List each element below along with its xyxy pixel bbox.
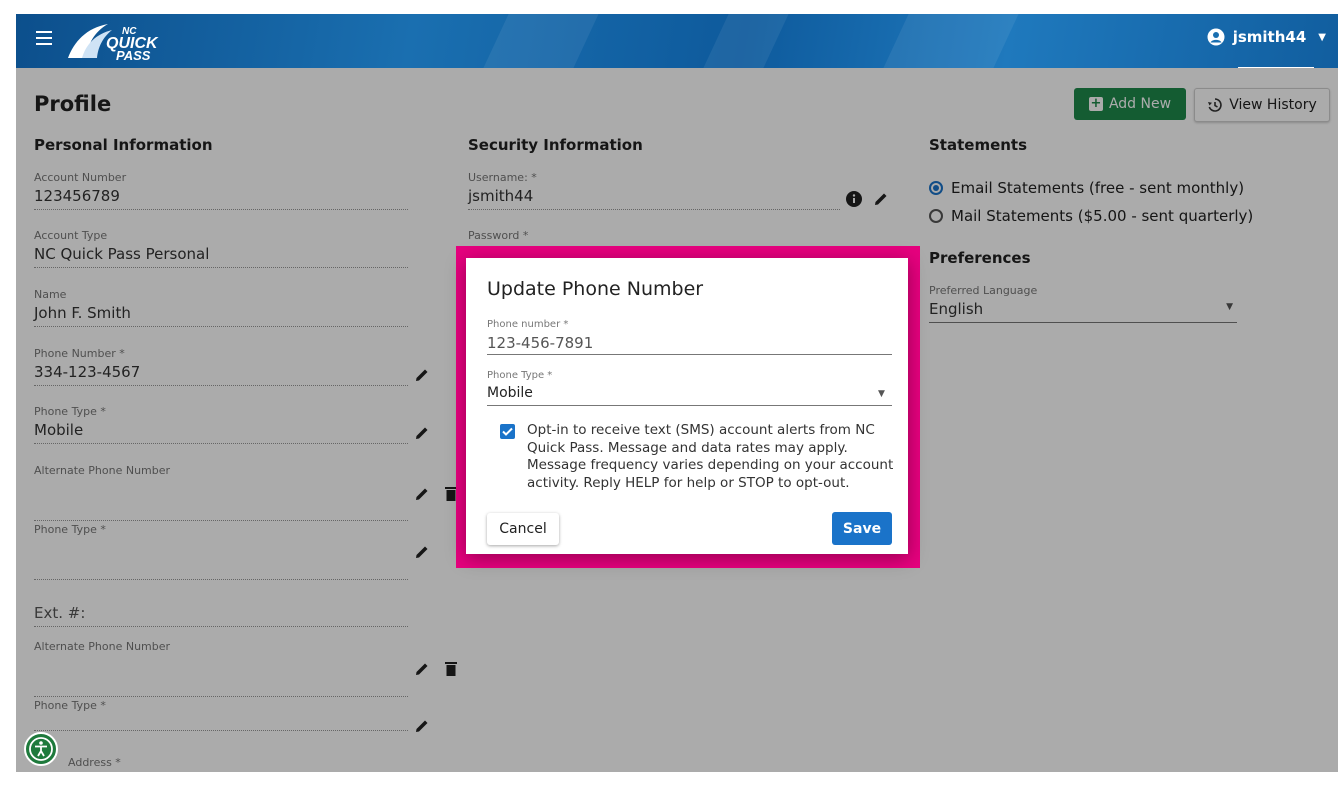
quick-pass-logo[interactable]: NC QUICK PASS [64, 20, 184, 62]
user-circle-icon [1207, 28, 1225, 46]
cancel-button[interactable]: Cancel [487, 513, 559, 545]
menu-icon[interactable] [36, 31, 52, 45]
phone-number-label: Phone number * [487, 319, 569, 330]
phone-type-select[interactable]: Mobile [487, 385, 533, 401]
save-button[interactable]: Save [832, 512, 892, 545]
username-label: jsmith44 [1232, 28, 1307, 46]
accessibility-button[interactable] [24, 732, 58, 766]
check-icon [502, 427, 513, 436]
caret-down-icon: ▼ [1318, 31, 1326, 43]
sms-optin-checkbox[interactable] [500, 424, 515, 439]
sms-optin-text: Opt-in to receive text (SMS) account ale… [527, 422, 894, 491]
svg-text:PASS: PASS [116, 48, 151, 62]
top-header: NC QUICK PASS jsmith44 ▼ [16, 14, 1338, 69]
caret-down-icon[interactable]: ▼ [878, 389, 885, 399]
phone-number-input[interactable]: 123-456-7891 [487, 334, 593, 352]
accessibility-icon [29, 737, 53, 761]
user-menu[interactable]: jsmith44 ▼ [1207, 28, 1326, 46]
update-phone-dialog [466, 258, 908, 554]
phone-number-underline [487, 354, 892, 355]
phone-type-underline [487, 405, 892, 406]
dialog-title: Update Phone Number [487, 278, 704, 300]
phone-type-label: Phone Type * [487, 370, 553, 381]
